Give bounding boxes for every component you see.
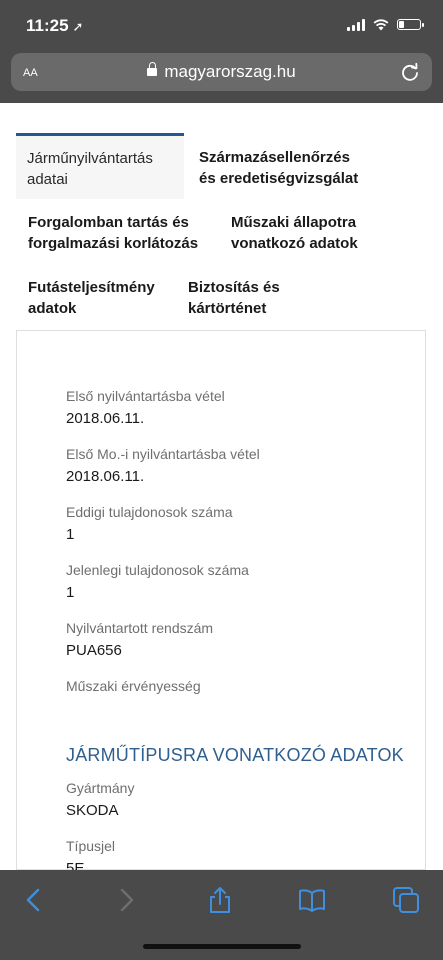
tab-technical-condition[interactable]: Műszaki állapotra vonatkozó adatok — [231, 212, 358, 254]
reload-icon[interactable] — [400, 62, 420, 82]
field-label: Jelenlegi tulajdonosok száma — [66, 562, 249, 578]
tab-label-line2: vonatkozó adatok — [231, 235, 358, 252]
share-icon[interactable] — [206, 886, 234, 914]
tab-label-line2: forgalmazási korlátozás — [28, 235, 199, 252]
back-arrow-icon[interactable] — [20, 886, 48, 914]
tab-label-line1: Futásteljesítmény — [28, 279, 155, 296]
tab-label-line2: és eredetiségvizsgálat — [199, 170, 359, 187]
field-technical-validity: Műszaki érvényesség — [66, 677, 201, 698]
field-first-registration: Első nyilvántartásba vétel 2018.06.11. — [66, 387, 225, 430]
tabs-icon[interactable] — [392, 886, 420, 914]
tab-label-line2: adatok — [28, 300, 77, 317]
wifi-icon — [373, 19, 389, 31]
field-label: Műszaki érvényesség — [66, 678, 201, 694]
field-value: SKODA — [66, 802, 119, 819]
tab-label-line2: adatai — [27, 171, 68, 188]
tab-mileage[interactable]: Futásteljesítmény adatok — [28, 277, 155, 319]
field-value: PUA656 — [66, 642, 122, 659]
browser-chrome: 11:25 ➚ AA magyarorszag.hu — [0, 0, 443, 103]
registration-data-panel: Első nyilvántartásba vétel 2018.06.11. E… — [16, 330, 426, 877]
bookmarks-icon[interactable] — [298, 886, 326, 914]
field-label: Típusjel — [66, 838, 116, 854]
field-label: Nyilvántartott rendszám — [66, 620, 214, 636]
cellular-signal-icon — [347, 18, 365, 31]
tab-traffic-restrictions[interactable]: Forgalomban tartás és forgalmazási korlá… — [28, 212, 198, 254]
tab-label-line2: kártörténet — [188, 300, 267, 317]
url-display[interactable]: magyarorszag.hu — [11, 62, 432, 82]
home-indicator — [143, 944, 301, 949]
status-indicators — [347, 18, 424, 31]
tab-origin-check[interactable]: Származásellenőrzés és eredetiségvizsgál… — [199, 147, 358, 189]
forward-arrow-icon[interactable] — [112, 886, 140, 914]
section-title-vehicle-type: JÁRMŰTÍPUSRA VONATKOZÓ ADATOK — [66, 745, 404, 765]
tab-label-line1: Származásellenőrzés — [199, 149, 350, 166]
tab-label-line1: Forgalomban tartás és — [28, 214, 189, 231]
tab-label-line1: Műszaki állapotra — [231, 214, 357, 231]
tab-insurance-history[interactable]: Biztosítás és kártörténet — [188, 277, 280, 319]
status-time: 11:25 ➚ — [26, 16, 83, 36]
field-current-owners: Jelenlegi tulajdonosok száma 1 — [66, 561, 249, 604]
battery-icon — [397, 19, 424, 30]
url-text: magyarorszag.hu — [164, 62, 296, 81]
field-value: 2018.06.11. — [66, 468, 145, 485]
field-label: Gyártmány — [66, 780, 135, 796]
status-time-text: 11:25 — [26, 16, 69, 35]
field-make: Gyártmány SKODA — [66, 779, 134, 822]
field-value: 2018.06.11. — [66, 410, 145, 427]
field-label: Első nyilvántartásba vétel — [66, 388, 225, 404]
field-plate-number: Nyilvántartott rendszám PUA656 — [66, 619, 213, 662]
field-value: 1 — [66, 526, 75, 543]
lock-icon — [147, 62, 158, 76]
address-bar[interactable]: AA magyarorszag.hu — [11, 53, 432, 91]
field-value: 1 — [66, 584, 75, 601]
tab-registration-data[interactable]: Járműnyilvántartás adatai — [16, 133, 184, 199]
field-label: Első Mo.-i nyilvántartásba vétel — [66, 446, 260, 462]
field-previous-owners: Eddigi tulajdonosok száma 1 — [66, 503, 233, 546]
tab-label-line1: Járműnyilvántartás — [27, 150, 153, 167]
field-label: Eddigi tulajdonosok száma — [66, 504, 233, 520]
field-first-hu-registration: Első Mo.-i nyilvántartásba vétel 2018.06… — [66, 445, 260, 488]
location-arrow-icon: ➚ — [72, 19, 84, 34]
tab-label-line1: Biztosítás és — [188, 279, 280, 296]
